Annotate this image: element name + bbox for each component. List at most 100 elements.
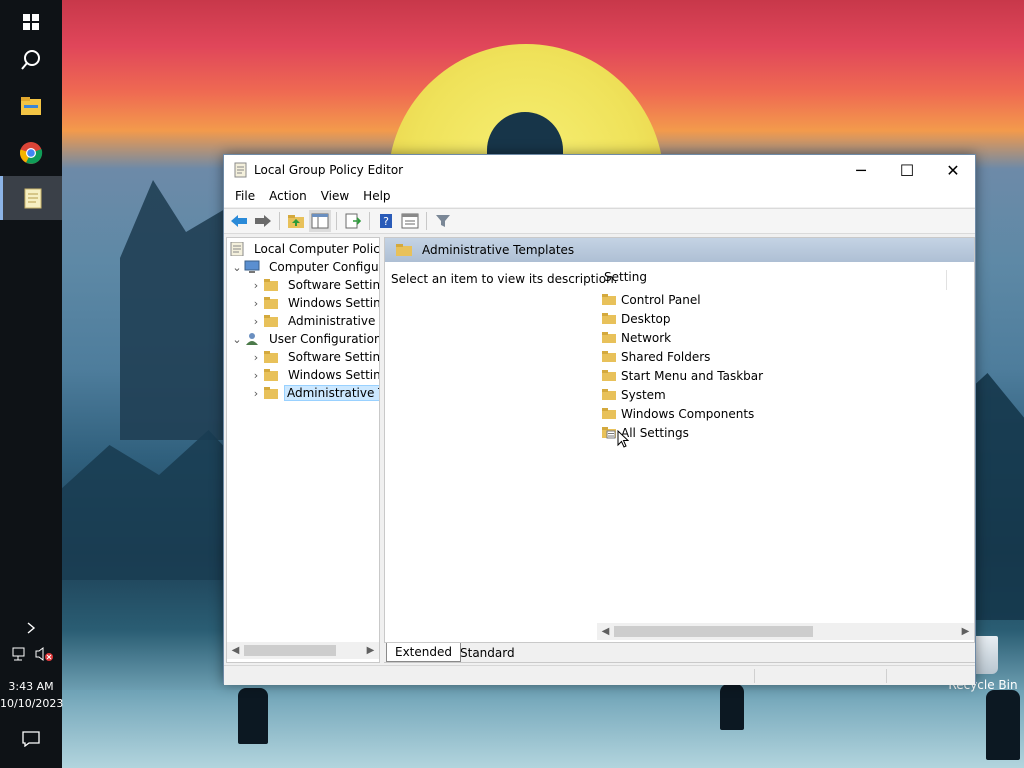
tree-item-cc-software-settings[interactable]: › Software Settings — [249, 276, 379, 294]
network-tray-button[interactable] — [8, 634, 32, 674]
list-item-system[interactable]: System — [601, 385, 666, 404]
tab-extended[interactable]: Extended — [386, 643, 461, 662]
properties-button[interactable] — [399, 210, 421, 232]
toolbar-separator — [369, 212, 370, 230]
chevron-right-icon[interactable]: › — [249, 314, 263, 328]
list-item-control-panel[interactable]: Control Panel — [601, 290, 701, 309]
details-horizontal-scrollbar[interactable]: ◀ ▶ — [597, 623, 974, 640]
group-policy-taskbar-button[interactable] — [0, 176, 62, 220]
scroll-thumb[interactable] — [244, 645, 336, 656]
tree-item-cc-administrative-templates[interactable]: › Administrative Te — [249, 312, 379, 330]
toolbar: ? — [224, 208, 975, 234]
folder-icon — [602, 313, 616, 324]
clock-time[interactable]: 3:43 AM — [0, 680, 62, 693]
help-button[interactable]: ? — [375, 210, 397, 232]
folder-icon — [602, 294, 616, 305]
folder-icon — [602, 351, 616, 362]
chevron-down-icon[interactable]: ⌄ — [230, 332, 244, 346]
notepad-icon — [24, 188, 41, 209]
minimize-button[interactable]: ─ — [838, 155, 884, 185]
wallpaper-soldier — [720, 684, 744, 730]
up-folder-icon — [288, 215, 304, 228]
toolbar-separator — [279, 212, 280, 230]
chevron-right-icon[interactable]: › — [249, 350, 263, 364]
group-policy-editor-window: Local Group Policy Editor ─ ☐ ✕ File Act… — [223, 154, 976, 685]
tree-label: Local Computer Policy — [254, 242, 380, 256]
chevron-down-icon[interactable]: ⌄ — [230, 260, 244, 274]
list-item-label: Windows Components — [621, 406, 755, 421]
maximize-button[interactable]: ☐ — [884, 155, 930, 185]
column-header-label: Setting — [604, 270, 647, 284]
tree-horizontal-scrollbar[interactable]: ◀ ▶ — [227, 642, 379, 659]
status-divider — [754, 669, 755, 683]
forward-button[interactable] — [252, 210, 274, 232]
chevron-right-icon[interactable]: › — [249, 278, 263, 292]
svg-text:?: ? — [383, 215, 389, 228]
folder-icon — [264, 279, 278, 291]
export-list-button[interactable] — [342, 210, 364, 232]
menu-file[interactable]: File — [228, 189, 262, 203]
column-header-setting[interactable]: Setting — [603, 270, 947, 290]
list-item-windows-components[interactable]: Windows Components — [601, 404, 754, 423]
scroll-right-icon[interactable]: ▶ — [957, 623, 974, 640]
properties-icon — [401, 213, 419, 229]
folder-icon — [602, 332, 616, 343]
menu-help[interactable]: Help — [356, 189, 397, 203]
show-hide-tree-button[interactable] — [309, 210, 331, 232]
file-explorer-button[interactable] — [0, 84, 62, 128]
folder-icon — [602, 408, 616, 419]
tree-item-local-computer-policy[interactable]: Local Computer Policy — [229, 240, 380, 258]
list-item-network[interactable]: Network — [601, 328, 671, 347]
folder-icon — [602, 389, 616, 400]
title-bar[interactable]: Local Group Policy Editor ─ ☐ ✕ — [224, 155, 975, 185]
action-center-button[interactable] — [0, 718, 62, 760]
scroll-right-icon[interactable]: ▶ — [362, 642, 379, 659]
menu-action[interactable]: Action — [262, 189, 314, 203]
chrome-button[interactable] — [0, 131, 62, 175]
chevron-right-icon — [27, 622, 36, 634]
up-one-level-button[interactable] — [285, 210, 307, 232]
list-item-label: Control Panel — [621, 292, 701, 307]
chevron-right-icon[interactable]: › — [249, 368, 263, 382]
notification-icon — [22, 731, 40, 747]
scroll-track[interactable] — [614, 623, 957, 640]
tree-item-cc-windows-settings[interactable]: › Windows Setting — [249, 294, 379, 312]
tree-item-uc-windows-settings[interactable]: › Windows Setting — [249, 366, 380, 384]
chevron-right-icon[interactable]: › — [249, 296, 263, 310]
export-list-icon — [345, 213, 362, 229]
gpedit-app-icon — [234, 162, 247, 178]
list-item-start-menu-taskbar[interactable]: Start Menu and Taskbar — [601, 366, 763, 385]
list-item-label: Desktop — [621, 311, 671, 326]
scroll-left-icon[interactable]: ◀ — [227, 642, 244, 659]
back-button[interactable] — [228, 210, 250, 232]
file-explorer-icon — [21, 97, 41, 115]
tree-item-uc-software-settings[interactable]: › Software Settings — [249, 348, 380, 366]
list-item-label: System — [621, 387, 666, 402]
search-button[interactable] — [0, 38, 62, 82]
details-header: Administrative Templates — [385, 238, 974, 262]
tree-label: Software Settings — [288, 350, 380, 364]
list-item-all-settings[interactable]: All Settings — [601, 423, 689, 442]
network-icon — [12, 647, 25, 661]
scroll-thumb[interactable] — [614, 626, 813, 637]
tree-label: Windows Setting — [288, 368, 380, 382]
close-button[interactable]: ✕ — [930, 155, 976, 185]
filter-button[interactable] — [432, 210, 454, 232]
maximize-icon: ☐ — [899, 160, 915, 180]
tree-item-uc-administrative-templates[interactable]: › Administrative Te — [249, 384, 379, 402]
mouse-cursor-icon — [617, 430, 629, 448]
toolbar-separator — [336, 212, 337, 230]
chevron-right-icon[interactable]: › — [249, 386, 263, 400]
scroll-track[interactable] — [244, 642, 362, 659]
help-icon: ? — [380, 214, 392, 228]
list-item-shared-folders[interactable]: Shared Folders — [601, 347, 710, 366]
tree-item-computer-configuration[interactable]: ⌄ Computer Configura — [230, 258, 379, 276]
scroll-left-icon[interactable]: ◀ — [597, 623, 614, 640]
clock-date[interactable]: 10/10/2023 — [0, 697, 63, 710]
forward-icon — [255, 215, 271, 227]
menu-view[interactable]: View — [314, 189, 356, 203]
tab-standard[interactable]: Standard — [452, 643, 523, 662]
tree-item-user-configuration[interactable]: ⌄ User Configuration — [230, 330, 379, 348]
volume-tray-button[interactable] — [32, 634, 56, 674]
list-item-desktop[interactable]: Desktop — [601, 309, 671, 328]
